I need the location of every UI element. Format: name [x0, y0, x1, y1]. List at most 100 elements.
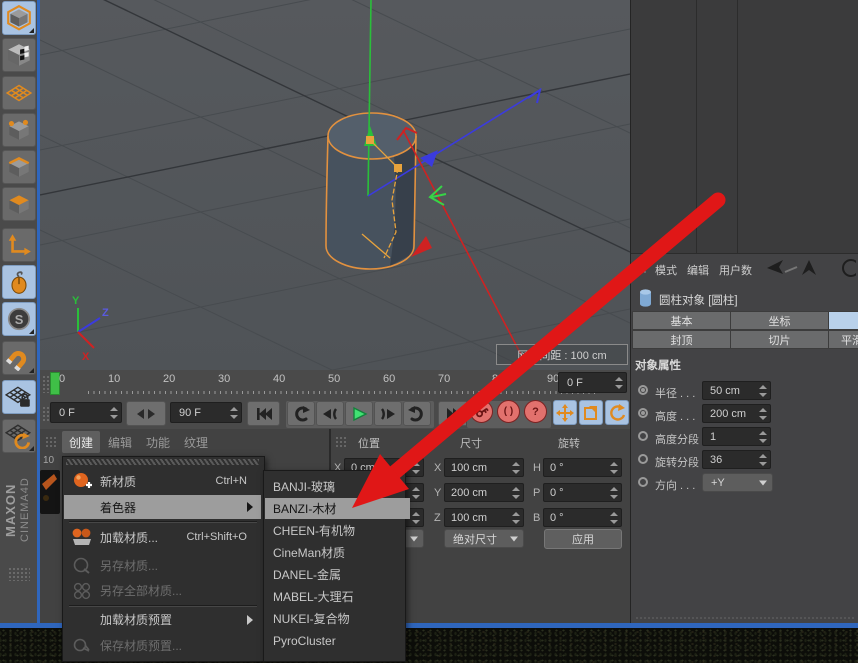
workplane-lock-button[interactable] [2, 380, 36, 414]
current-frame-field[interactable]: 0 F [558, 372, 627, 393]
menu-item-save-material[interactable]: 另存材质... [64, 553, 261, 578]
snap-mode-button[interactable] [2, 341, 36, 375]
anim-dot-rsegments[interactable] [638, 454, 648, 464]
rot-h-field[interactable]: 0 ° [543, 458, 622, 477]
size-mode-dropdown[interactable]: 绝对尺寸 [444, 529, 524, 548]
size-x-field[interactable]: 100 cm [444, 458, 524, 477]
move-tool-button[interactable] [553, 400, 577, 425]
spinner[interactable] [229, 407, 238, 419]
spinner[interactable] [758, 454, 767, 466]
tab-caps[interactable]: 封顶 [632, 330, 731, 349]
palette-drag-handle[interactable] [8, 567, 30, 581]
attr-nav-arrows[interactable] [761, 258, 856, 278]
prop-orientation-dropdown[interactable]: +Y [702, 473, 773, 492]
frame-step-buttons[interactable] [126, 401, 166, 426]
ruler-drag-handle[interactable] [42, 375, 49, 393]
submenu-item-banji[interactable]: BANJI-玻璃 [265, 476, 410, 497]
menu-texture[interactable]: 纹理 [177, 431, 215, 453]
edges-mode-button[interactable] [2, 150, 36, 184]
apply-button[interactable]: 应用 [544, 529, 622, 549]
spinner[interactable] [411, 487, 420, 499]
size-z-field[interactable]: 100 cm [444, 508, 524, 527]
menu-item-new-material[interactable]: 新材质 Ctrl+N [64, 467, 261, 495]
polygons-mode-button[interactable] [2, 187, 36, 221]
spinner[interactable] [109, 407, 118, 419]
sds-mode-button[interactable]: S [2, 302, 36, 336]
spinner[interactable] [609, 512, 618, 524]
prop-radius-field[interactable]: 50 cm [702, 381, 771, 400]
attr-menu-userdata[interactable]: 用户数 [719, 262, 752, 278]
play-button[interactable] [345, 401, 373, 426]
play-forward-loop-button[interactable] [403, 401, 431, 426]
spinner[interactable] [411, 462, 420, 474]
attr-menu-mode[interactable]: 模式 [655, 262, 677, 278]
goto-start-button[interactable] [247, 401, 280, 426]
size-y-field[interactable]: 200 cm [444, 483, 524, 502]
menu-create[interactable]: 创建 [62, 431, 100, 453]
workplane-mode-button[interactable] [2, 76, 36, 110]
prop-height-field[interactable]: 200 cm [702, 404, 771, 423]
attribute-drag-handle[interactable] [635, 262, 648, 275]
points-mode-button[interactable] [2, 113, 36, 147]
tab-slice[interactable]: 切片 [730, 330, 829, 349]
menu-item-shader[interactable]: 着色器 [64, 495, 261, 519]
menu-item-save-preset[interactable]: 保存材质预置... [64, 632, 261, 658]
record-question-button[interactable]: ? [524, 400, 547, 423]
submenu-item-cineman[interactable]: CineMan材质 [265, 542, 410, 563]
tab-basic[interactable]: 基本 [632, 311, 731, 330]
rot-b-field[interactable]: 0 ° [543, 508, 622, 527]
spinner[interactable] [411, 512, 420, 524]
spinner[interactable] [511, 487, 520, 499]
menu-item-load-material[interactable]: 加载材质... Ctrl+Shift+O [64, 523, 261, 551]
model-mode-button[interactable] [2, 1, 36, 35]
submenu-item-mabel[interactable]: MABEL-大理石 [265, 586, 410, 607]
viewport-solo-mode-button[interactable] [2, 265, 36, 299]
submenu-item-danel[interactable]: DANEL-金属 [265, 564, 410, 585]
menu-item-load-preset[interactable]: 加载材质预置 [64, 607, 261, 632]
scale-tool-button[interactable] [579, 400, 603, 425]
anim-dot-radius[interactable] [638, 385, 648, 395]
range-start-field[interactable]: 0 F [50, 402, 122, 423]
rotate-tool-button[interactable] [605, 400, 629, 425]
timeline-ruler[interactable]: 0 10 20 30 40 50 60 70 80 90 0 F [40, 370, 630, 399]
coordinate-drag-handle[interactable] [335, 436, 348, 449]
spinner[interactable] [609, 487, 618, 499]
prop-hsegments-field[interactable]: 1 [702, 427, 771, 446]
prop-rsegments-field[interactable]: 36 [702, 450, 771, 469]
menu-edit[interactable]: 编辑 [101, 431, 139, 453]
submenu-item-pyrocluster[interactable]: PyroCluster [265, 630, 410, 651]
record-params-button[interactable]: ( ) [497, 400, 520, 423]
anim-dot-orientation[interactable] [638, 477, 648, 487]
record-key-button[interactable] [470, 400, 493, 423]
spinner[interactable] [511, 512, 520, 524]
prev-key-button[interactable] [316, 401, 344, 426]
rot-p-field[interactable]: 0 ° [543, 483, 622, 502]
menu-function[interactable]: 功能 [139, 431, 177, 453]
workplane-rotate-button[interactable] [2, 419, 36, 453]
spinner[interactable] [758, 408, 767, 420]
spinner[interactable] [758, 385, 767, 397]
submenu-item-banzi[interactable]: BANZI-木材 [265, 498, 410, 519]
next-key-button[interactable] [374, 401, 402, 426]
tab-object[interactable]: 对象 [828, 311, 858, 330]
spinner[interactable] [614, 377, 623, 389]
menu-item-save-all-materials[interactable]: 另存全部材质... [64, 578, 261, 603]
axis-mode-button[interactable] [2, 228, 36, 262]
tab-coordinates[interactable]: 坐标 [730, 311, 829, 330]
tab-phong[interactable]: 平滑着色 [828, 330, 858, 349]
viewport[interactable]: Y Z X 网格间距 : 100 cm [40, 0, 630, 371]
range-end-field[interactable]: 90 F [170, 402, 242, 423]
submenu-item-nukei[interactable]: NUKEI-复合物 [265, 608, 410, 629]
transport-drag-handle[interactable] [42, 406, 49, 422]
menu-tearoff-strip[interactable] [66, 459, 259, 465]
spinner[interactable] [758, 431, 767, 443]
panel-bottom-handle[interactable] [635, 616, 854, 620]
spinner[interactable] [609, 462, 618, 474]
spinner[interactable] [511, 462, 520, 474]
anim-dot-height[interactable] [638, 408, 648, 418]
submenu-item-cheen[interactable]: CHEEN-有机物 [265, 520, 410, 541]
material-thumbnail[interactable] [40, 470, 60, 514]
texture-mode-button[interactable] [2, 38, 36, 72]
attr-menu-edit[interactable]: 编辑 [687, 262, 709, 278]
anim-dot-hsegments[interactable] [638, 431, 648, 441]
